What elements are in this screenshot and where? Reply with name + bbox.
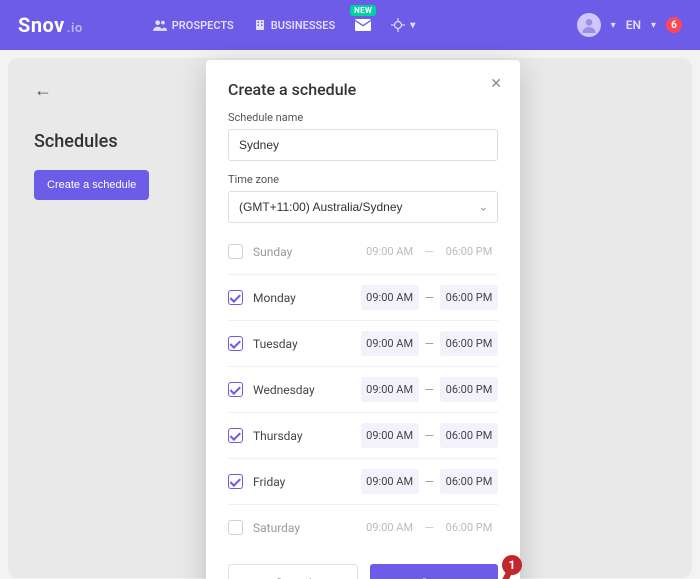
time-dash: —	[425, 245, 434, 259]
avatar[interactable]	[577, 13, 601, 37]
day-checkbox[interactable]	[228, 474, 243, 489]
end-time-input[interactable]: 06:00 PM	[440, 331, 498, 356]
day-label: Sunday	[253, 245, 361, 259]
chevron-down-icon: ▾	[410, 20, 415, 31]
schedule-name-input[interactable]	[228, 129, 498, 161]
language-selector[interactable]: EN	[626, 18, 641, 32]
target-icon	[391, 18, 405, 32]
nav-prospects-label: PROSPECTS	[172, 19, 234, 32]
day-checkbox[interactable]	[228, 336, 243, 351]
day-label: Monday	[253, 291, 361, 305]
day-checkbox[interactable]	[228, 290, 243, 305]
nav-prospects[interactable]: PROSPECTS	[153, 19, 234, 32]
brand-logo[interactable]: Snov.io	[18, 13, 83, 37]
end-time-input[interactable]: 06:00 PM	[440, 515, 498, 540]
start-time-input[interactable]: 09:00 AM	[361, 285, 419, 310]
time-dash: —	[425, 521, 434, 535]
day-row: Tuesday09:00 AM — 06:00 PM	[228, 321, 498, 367]
day-label: Wednesday	[253, 383, 361, 397]
end-time-input[interactable]: 06:00 PM	[440, 239, 498, 264]
day-row: Friday09:00 AM — 06:00 PM	[228, 459, 498, 505]
time-dash: —	[425, 291, 434, 305]
avatar-caret-icon[interactable]: ▾	[611, 20, 616, 31]
timezone-value[interactable]	[228, 191, 498, 223]
create-schedule-button[interactable]: Create a schedule	[34, 170, 149, 200]
schedule-name-label: Schedule name	[228, 111, 498, 124]
create-schedule-modal: Create a schedule ✕ Schedule name Time z…	[206, 60, 520, 579]
envelope-icon	[355, 19, 371, 31]
brand-name: Snov	[18, 13, 65, 37]
brand-suffix: .io	[67, 21, 83, 36]
main-nav: PROSPECTS BUSINESSES NEW ▾	[153, 18, 415, 32]
start-time-input[interactable]: 09:00 AM	[361, 377, 419, 402]
lang-caret-icon[interactable]: ▾	[651, 20, 656, 31]
top-navbar: Snov.io PROSPECTS BUSINESSES NEW ▾	[0, 0, 700, 50]
start-time-input[interactable]: 09:00 AM	[361, 469, 419, 494]
nav-target[interactable]: ▾	[391, 18, 415, 32]
timezone-select[interactable]: ⌄	[228, 191, 498, 223]
day-row: Sunday09:00 AM — 06:00 PM	[228, 229, 498, 275]
days-list: Sunday09:00 AM—06:00 PMMonday09:00 AM—06…	[228, 229, 498, 550]
cancel-button[interactable]: Cancel	[228, 564, 358, 579]
close-icon[interactable]: ✕	[490, 76, 502, 92]
time-dash: —	[425, 337, 434, 351]
day-checkbox[interactable]	[228, 520, 243, 535]
page-body: ← Schedules Create a schedule Create a s…	[8, 58, 692, 578]
start-time-input[interactable]: 09:00 AM	[361, 515, 419, 540]
day-checkbox[interactable]	[228, 428, 243, 443]
day-checkbox[interactable]	[228, 244, 243, 259]
day-row: Saturday09:00 AM — 06:00 PM	[228, 505, 498, 550]
day-checkbox[interactable]	[228, 382, 243, 397]
day-label: Thursday	[253, 429, 361, 443]
timezone-label: Time zone	[228, 173, 498, 186]
annotation-number: 1	[509, 558, 516, 572]
day-label: Tuesday	[253, 337, 361, 351]
end-time-input[interactable]: 06:00 PM	[440, 469, 498, 494]
day-row: Wednesday09:00 AM — 06:00 PM	[228, 367, 498, 413]
time-dash: —	[425, 475, 434, 489]
people-icon	[153, 19, 167, 31]
start-time-input[interactable]: 09:00 AM	[361, 331, 419, 356]
time-dash: —	[425, 383, 434, 397]
nav-businesses[interactable]: BUSINESSES	[254, 19, 335, 32]
nav-businesses-label: BUSINESSES	[271, 19, 335, 32]
building-icon	[254, 19, 266, 31]
end-time-input[interactable]: 06:00 PM	[440, 285, 498, 310]
modal-actions: Cancel Save	[228, 564, 498, 579]
day-row: Monday09:00 AM — 06:00 PM	[228, 275, 498, 321]
time-dash: —	[425, 429, 434, 443]
navbar-right: ▾ EN ▾ 6	[577, 13, 682, 37]
save-button[interactable]: Save	[370, 564, 498, 579]
start-time-input[interactable]: 09:00 AM	[361, 423, 419, 448]
start-time-input[interactable]: 09:00 AM	[361, 239, 419, 264]
new-badge: NEW	[350, 5, 376, 16]
end-time-input[interactable]: 06:00 PM	[440, 377, 498, 402]
day-row: Thursday09:00 AM — 06:00 PM	[228, 413, 498, 459]
modal-title: Create a schedule	[228, 80, 498, 99]
end-time-input[interactable]: 06:00 PM	[440, 423, 498, 448]
day-label: Friday	[253, 475, 361, 489]
day-label: Saturday	[253, 521, 361, 535]
nav-drip[interactable]: NEW	[355, 19, 371, 31]
notification-badge[interactable]: 6	[666, 17, 682, 33]
